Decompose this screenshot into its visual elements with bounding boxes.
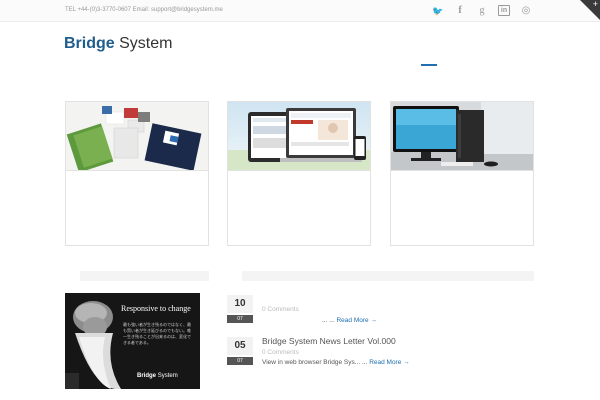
news-title[interactable]: Bridge System News Letter Vol.000 bbox=[262, 336, 396, 346]
feature-card-hardware[interactable] bbox=[390, 101, 534, 246]
news-excerpt: View in web browser Bridge Sys... ... Re… bbox=[262, 359, 410, 366]
promo-brand: Bridge System bbox=[137, 373, 178, 379]
news-comments[interactable]: 0 Comments bbox=[262, 306, 299, 313]
rss-icon[interactable]: ◎ bbox=[520, 5, 532, 17]
news-month: 07 bbox=[227, 315, 253, 323]
promo-brand-bold: Bridge bbox=[137, 373, 157, 379]
twitter-icon[interactable]: 🐦 bbox=[432, 5, 444, 17]
news-day: 10 bbox=[227, 295, 253, 313]
news-date: 05 07 bbox=[227, 337, 253, 365]
contact-info: TEL +44-(0)3-3770-0607 Email: support@br… bbox=[65, 7, 223, 13]
promo-quote: 最も強い者が生き残るのではなく、最も賢い者が生き延びるのでもない。唯一生き残るこ… bbox=[123, 322, 191, 345]
read-more-link[interactable]: Read More → bbox=[369, 359, 409, 366]
news-excerpt-text: View in web browser Bridge Sys... ... bbox=[262, 359, 368, 366]
logo-brand: Bridge bbox=[64, 35, 115, 52]
feature-card-print[interactable] bbox=[65, 101, 209, 246]
promo-brand-rest: System bbox=[157, 373, 178, 379]
logo-suffix: System bbox=[119, 35, 173, 52]
site-logo[interactable]: Bridge System bbox=[64, 35, 172, 53]
news-month: 07 bbox=[227, 357, 253, 365]
news-excerpt: ... ... Read More → bbox=[322, 317, 377, 324]
news-comments[interactable]: 0 Comments bbox=[262, 349, 299, 356]
news-excerpt-text: ... ... bbox=[322, 317, 335, 324]
promo-title: Responsive to change bbox=[121, 304, 191, 313]
feature-card-web[interactable] bbox=[227, 101, 371, 246]
social-links: 🐦 f g in ◎ bbox=[432, 5, 532, 17]
print-materials-image bbox=[66, 102, 208, 171]
desktop-computer-image bbox=[391, 102, 533, 171]
google-plus-icon[interactable]: g bbox=[476, 5, 488, 17]
promo-banner[interactable]: Responsive to change 最も強い者が生き残るのではなく、最も賢… bbox=[65, 293, 200, 389]
facebook-icon[interactable]: f bbox=[454, 5, 466, 17]
read-more-link[interactable]: Read More → bbox=[336, 317, 376, 324]
section-divider bbox=[242, 271, 534, 281]
menu-indicator[interactable] bbox=[421, 64, 437, 66]
linkedin-icon[interactable]: in bbox=[498, 5, 510, 16]
news-day: 05 bbox=[227, 337, 253, 355]
top-bar: TEL +44-(0)3-3770-0607 Email: support@br… bbox=[0, 0, 600, 22]
plus-icon: + bbox=[592, 0, 598, 9]
section-divider bbox=[80, 271, 209, 281]
responsive-devices-image bbox=[228, 102, 370, 171]
news-date: 10 07 bbox=[227, 295, 253, 323]
